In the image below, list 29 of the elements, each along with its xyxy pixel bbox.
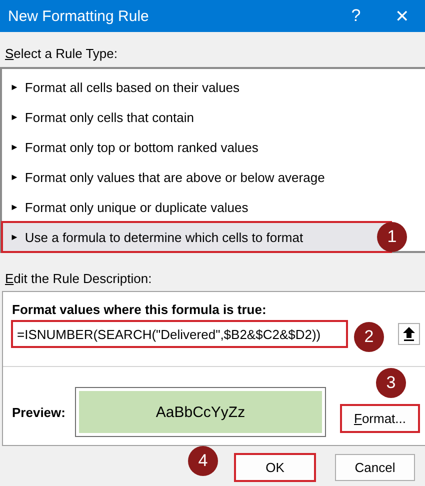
formula-label: Format values where this formula is true: [11,301,268,319]
section-label: Select a Rule Type: [5,46,118,61]
number-badge: 1 [377,222,407,252]
arrow-icon: ► [10,232,19,242]
rule-type-option[interactable]: ► Format only values that are above or below average [2,162,391,192]
arrow-icon: ► [10,202,19,212]
cancel-button[interactable]: Cancel [335,454,415,481]
number-badge: 4 [188,446,218,476]
section-label: Edit the Rule Description: [5,271,153,286]
number-badge: 3 [376,368,406,398]
collapse-dialog-button[interactable] [398,323,420,345]
arrow-icon: ► [10,172,19,182]
help-button[interactable]: ? [333,6,379,26]
rule-type-option[interactable]: ► Format only unique or duplicate values [2,192,391,222]
arrow-icon: ► [10,112,19,122]
preview-box: AaBbCcYyZz [76,388,325,436]
close-button[interactable]: ✕ [379,6,425,26]
upload-icon [403,327,415,341]
window-title: New Formatting Rule [8,8,150,24]
ok-button[interactable]: OK [235,454,315,481]
preview-label: Preview: [12,404,66,420]
number-badge: 2 [354,322,384,352]
rule-type-option[interactable]: ► Format only top or bottom ranked values [2,132,391,162]
formula-field[interactable]: =ISNUMBER(SEARCH("Delivered",$B2&$C2&$D2)) [12,321,347,347]
format-button[interactable]: Format... [341,404,419,432]
arrow-icon: ► [10,82,19,92]
rule-type-option[interactable]: ► Format all cells based on their values [2,72,391,102]
rule-type-option[interactable]: ► Format only cells that contain [2,102,391,132]
arrow-icon: ► [10,142,19,152]
